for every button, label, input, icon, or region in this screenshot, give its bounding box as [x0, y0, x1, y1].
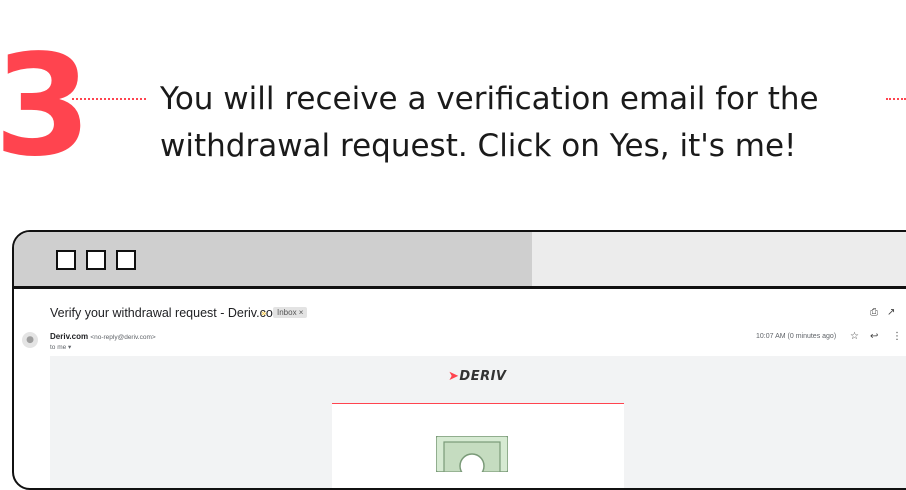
recipient-toggle[interactable]: to me ▾: [50, 343, 71, 351]
open-new-window-icon[interactable]: ↗: [887, 307, 895, 318]
dotted-connector-left: [72, 98, 146, 100]
reply-icon[interactable]: ↩: [870, 331, 878, 342]
label-arrow-icon: »: [261, 309, 267, 319]
email-card: [332, 404, 624, 488]
window-button-3[interactable]: [116, 250, 136, 270]
email-timestamp: 10:07 AM (0 minutes ago): [756, 333, 837, 340]
money-note-icon: [436, 436, 508, 472]
step-instruction: You will receive a verification email fo…: [160, 76, 880, 170]
star-icon[interactable]: ☆: [850, 331, 859, 342]
browser-window: Verify your withdrawal request - Deriv.c…: [12, 230, 906, 490]
sender: Deriv.com <no-reply@deriv.com>: [50, 332, 156, 341]
window-button-1[interactable]: [56, 250, 76, 270]
browser-titlebar: [14, 232, 906, 289]
browser-tab-area: [532, 232, 906, 286]
step-number: 3: [0, 25, 92, 188]
deriv-logo-text: DERIV: [459, 369, 507, 384]
window-button-2[interactable]: [86, 250, 106, 270]
avatar: ●: [22, 332, 38, 348]
deriv-logo: ➤DERIV: [448, 369, 507, 384]
instruction-line-1: You will receive a verification email fo…: [160, 81, 819, 117]
dotted-connector-right: [886, 98, 906, 100]
inbox-label[interactable]: Inbox ×: [273, 307, 308, 318]
avatar-icon: ●: [26, 335, 34, 345]
print-icon[interactable]: ⎙: [870, 307, 878, 318]
email-body: ➤DERIV: [50, 356, 906, 488]
instruction-line-2: withdrawal request. Click on Yes, it's m…: [160, 128, 797, 164]
deriv-logo-mark-icon: ➤: [448, 369, 460, 384]
more-vert-icon[interactable]: ⋮: [892, 331, 902, 342]
sender-name: Deriv.com: [50, 332, 89, 341]
email-subject: Verify your withdrawal request - Deriv.c…: [50, 306, 284, 320]
sender-address: <no-reply@deriv.com>: [90, 334, 156, 341]
